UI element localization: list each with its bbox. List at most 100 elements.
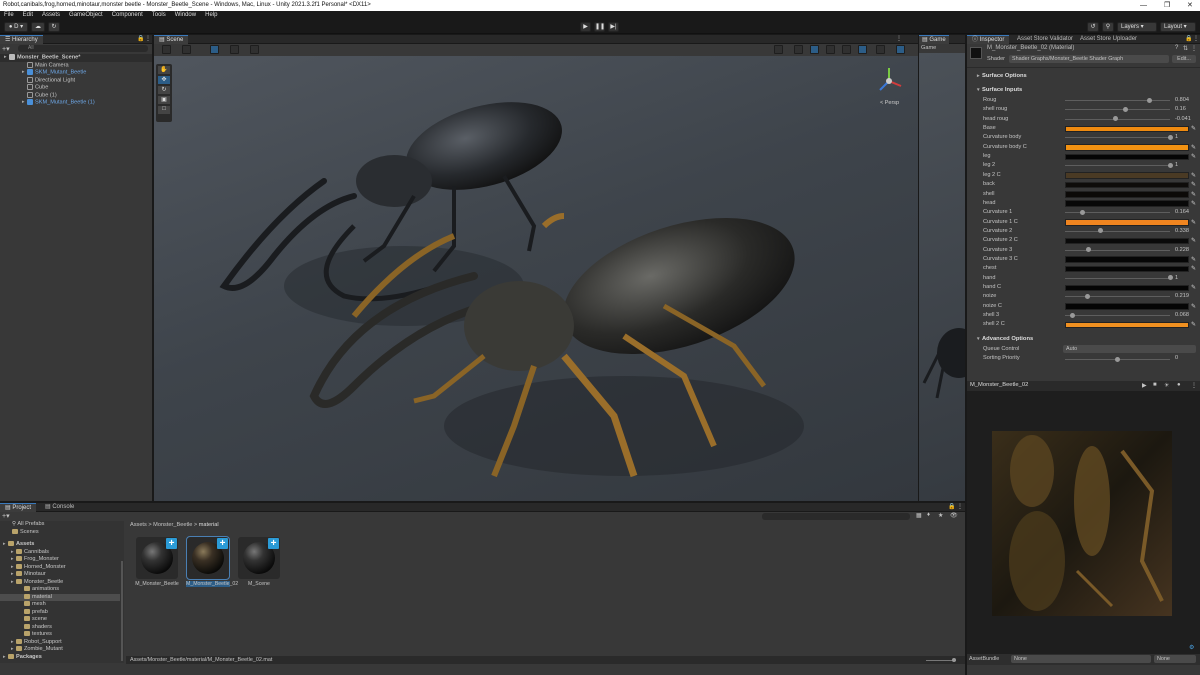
property-value-field[interactable]: 0.804: [1175, 96, 1189, 105]
color-field[interactable]: [1065, 144, 1189, 151]
hierarchy-item[interactable]: ▸ SKM_Mutant_Beetle: [0, 69, 152, 77]
filter-label-icon[interactable]: ♦: [927, 512, 930, 518]
slider-handle[interactable]: [1085, 293, 1091, 299]
audio-toggle-icon[interactable]: [826, 45, 835, 54]
add-icon[interactable]: +: [166, 538, 177, 549]
property-value-field[interactable]: 1: [1175, 161, 1178, 170]
project-folder-item[interactable]: animations: [0, 586, 120, 594]
preset-icon[interactable]: ⇅: [1183, 45, 1188, 52]
tab-console[interactable]: ▤ Console: [40, 503, 79, 512]
slider-handle[interactable]: [1097, 228, 1103, 234]
lock-icon[interactable]: 🔒: [137, 35, 144, 42]
pivot-icon[interactable]: [210, 45, 219, 54]
fav-scenes[interactable]: Scenes: [12, 529, 39, 537]
property-slider[interactable]: [1065, 275, 1173, 281]
slider-handle[interactable]: [1146, 97, 1152, 103]
scene-viewport[interactable]: ✋ ✥ ↻ ▣ □ < Persp: [154, 56, 918, 501]
search-icon[interactable]: ⚲: [1102, 22, 1114, 32]
scale-tool-icon[interactable]: ▣: [158, 96, 170, 104]
project-folder-item[interactable]: ▸ Packages: [0, 654, 120, 662]
minimize-icon[interactable]: —: [1140, 0, 1147, 11]
project-folder-item[interactable]: mesh: [0, 601, 120, 609]
property-value-field[interactable]: 0.16: [1175, 105, 1186, 114]
preview-area[interactable]: ⚙: [967, 391, 1200, 654]
project-folder-item[interactable]: ▸ Monster_Beetle: [0, 579, 120, 587]
preview-shape-icon[interactable]: ●: [1177, 382, 1181, 388]
hierarchy-search-input[interactable]: All: [18, 45, 148, 52]
property-slider[interactable]: [1065, 293, 1170, 299]
assetbundle-dropdown[interactable]: None: [1011, 655, 1151, 663]
add-icon[interactable]: +▾: [2, 45, 10, 53]
filter-type-icon[interactable]: ▦: [916, 512, 922, 519]
breadcrumb-monster-beetle[interactable]: Monster_Beetle: [153, 522, 192, 528]
project-add-icon[interactable]: +▾: [2, 512, 10, 520]
property-value-field[interactable]: -0.041: [1175, 115, 1191, 124]
favorite-icon[interactable]: ★: [938, 512, 943, 519]
scene-gizmo-icon[interactable]: [874, 66, 904, 96]
hidden-count-icon[interactable]: 👁: [950, 512, 958, 519]
effects-toggle-icon[interactable]: [842, 45, 851, 54]
slider-handle[interactable]: [1167, 134, 1173, 140]
rect-tool-icon[interactable]: □: [158, 106, 170, 114]
property-value-field[interactable]: 0.068: [1175, 311, 1189, 320]
account-dropdown[interactable]: ● D ▾: [4, 22, 28, 32]
menu-file[interactable]: File: [4, 11, 14, 20]
render-paths-icon[interactable]: [182, 45, 191, 54]
close-icon[interactable]: ✕: [1187, 0, 1193, 11]
play-button[interactable]: ▶: [580, 22, 591, 32]
menu-help[interactable]: Help: [205, 11, 217, 20]
tab-project[interactable]: ▤ Project: [0, 503, 37, 512]
tab-asset-store-validator[interactable]: Asset Store Validator: [1012, 35, 1078, 44]
menu-edit[interactable]: Edit: [23, 11, 33, 20]
add-icon[interactable]: +: [217, 538, 228, 549]
menu-gameobject[interactable]: GameObject: [69, 11, 103, 20]
inspector-lock-icon[interactable]: 🔒: [1185, 35, 1192, 42]
advanced-options-foldout[interactable]: ▾ Advanced Options: [977, 336, 1033, 342]
property-value-field[interactable]: 1: [1175, 133, 1178, 142]
draw-mode-icon[interactable]: [162, 45, 171, 54]
property-slider[interactable]: [1065, 312, 1170, 318]
icon-size-slider[interactable]: [926, 658, 956, 662]
property-value-field[interactable]: 0.219: [1175, 292, 1189, 301]
tree-scrollbar[interactable]: [121, 561, 123, 661]
surface-options-foldout[interactable]: ▸ Surface Options: [977, 73, 1027, 79]
step-button[interactable]: ▶|: [608, 22, 619, 32]
color-field[interactable]: [1065, 219, 1189, 226]
sorting-priority-slider[interactable]: [1065, 356, 1170, 362]
menu-component[interactable]: Component: [112, 11, 143, 20]
project-folder-item[interactable]: ▸ Cannibals: [0, 549, 120, 557]
slider-handle[interactable]: [1167, 162, 1173, 168]
property-slider[interactable]: [1065, 247, 1170, 253]
layout-dropdown[interactable]: Layout ▾: [1160, 22, 1196, 32]
property-slider[interactable]: [1065, 162, 1173, 168]
property-value-field[interactable]: 1: [1175, 274, 1178, 283]
color-field[interactable]: [1065, 321, 1189, 329]
property-slider[interactable]: [1065, 134, 1173, 140]
color-field[interactable]: [1065, 265, 1189, 273]
project-folder-item[interactable]: ▸ Assets: [0, 541, 120, 549]
gizmos-icon[interactable]: [896, 45, 905, 54]
hierarchy-item[interactable]: ▸ Monster_Beetle_Scene*: [0, 54, 152, 62]
slider-handle[interactable]: [1115, 356, 1120, 362]
layers-dropdown[interactable]: Layers ▾: [1117, 22, 1157, 32]
tab-asset-store-uploader[interactable]: Asset Store Uploader: [1075, 35, 1142, 44]
preview-info-icon[interactable]: ⚙: [1189, 644, 1194, 651]
maximize-icon[interactable]: ❐: [1164, 0, 1170, 11]
breadcrumb-assets[interactable]: Assets: [130, 522, 147, 528]
asset-m-monster-beetle-02[interactable]: + M_Monster_Beetle_02: [186, 536, 238, 587]
property-slider[interactable]: [1065, 209, 1170, 215]
material-menu-icon[interactable]: ⋮: [1191, 45, 1197, 52]
preview-stop-icon[interactable]: ■: [1153, 382, 1157, 388]
color-field[interactable]: [1065, 284, 1189, 291]
slider-handle[interactable]: [1112, 116, 1118, 122]
slider-handle[interactable]: [1086, 247, 1092, 253]
fav-all-prefabs[interactable]: ⚲ All Prefabs: [12, 521, 44, 529]
shader-edit-button[interactable]: Edit...: [1172, 55, 1196, 63]
maximize-scene-icon[interactable]: ⋮: [896, 35, 902, 42]
lighting-toggle-icon[interactable]: [810, 45, 819, 54]
2d-toggle-icon[interactable]: [794, 45, 803, 54]
slider-handle[interactable]: [1079, 209, 1085, 215]
persp-label[interactable]: < Persp: [880, 100, 899, 106]
property-value-field[interactable]: 0.164: [1175, 208, 1189, 217]
queue-control-dropdown[interactable]: Auto: [1063, 345, 1196, 353]
